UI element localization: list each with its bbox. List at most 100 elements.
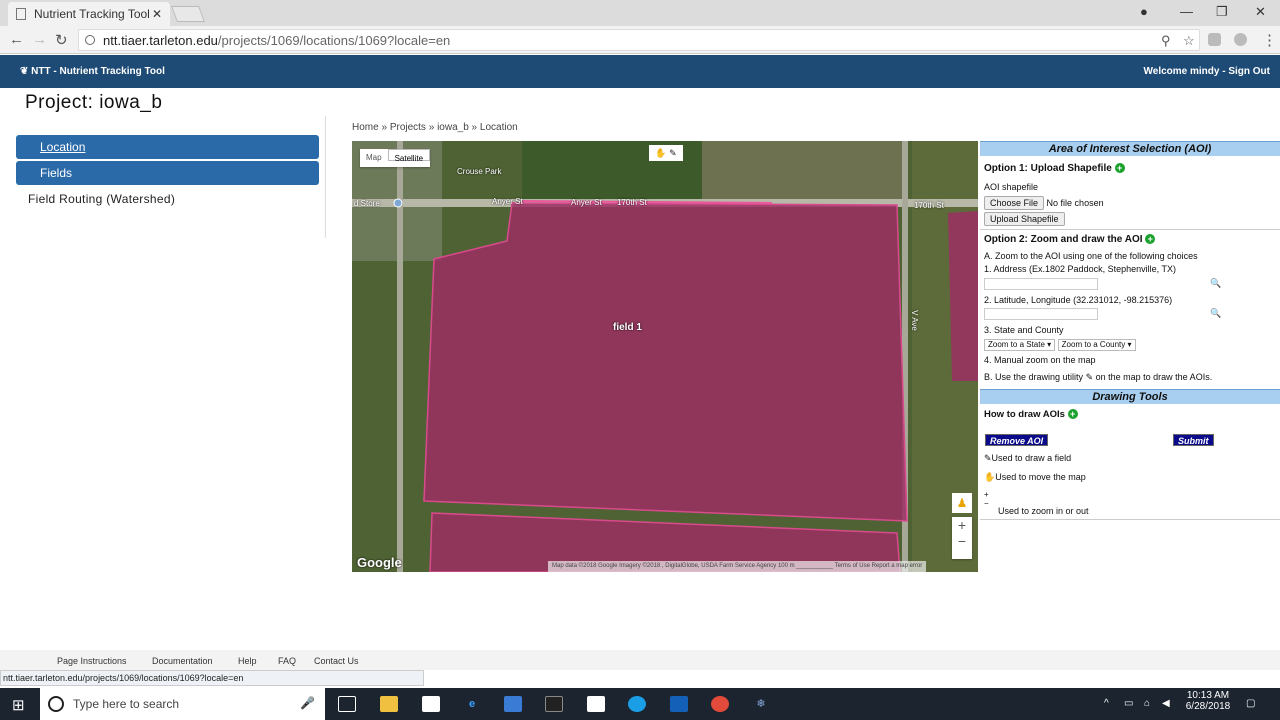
- new-tab-button[interactable]: [171, 6, 205, 22]
- footer-link-faq[interactable]: FAQ: [278, 656, 296, 666]
- remove-aoi-button[interactable]: Remove AOI: [985, 434, 1049, 446]
- map-label: d Store: [354, 199, 380, 208]
- breadcrumb-current: Location: [479, 122, 518, 133]
- terminal-icon[interactable]: [545, 696, 563, 712]
- upload-shapefile-button[interactable]: Upload Shapefile: [984, 212, 1065, 226]
- app-brand-text: NTT - Nutrient Tracking Tool: [31, 66, 165, 77]
- reload-icon[interactable]: ↻: [55, 31, 68, 49]
- page-favicon-icon: [16, 8, 26, 20]
- cortana-icon: [48, 696, 64, 712]
- satellite-map[interactable]: Map Satellite ✋ ✎ Crouse Park d Store An…: [352, 141, 978, 572]
- sidebar-item-field-routing[interactable]: Field Routing (Watershed): [28, 192, 175, 206]
- task-view-icon[interactable]: [338, 696, 356, 712]
- option1-heading: Option 1: Upload Shapefile +: [984, 163, 1125, 174]
- breadcrumb: Home » Projects » iowa_b » Location: [352, 122, 518, 133]
- zoom-county-select[interactable]: Zoom to a County ▾: [1057, 339, 1136, 351]
- option1-help-plus-icon[interactable]: +: [1114, 163, 1125, 174]
- zoom-in-button[interactable]: +: [952, 517, 972, 533]
- snowflake-app-icon[interactable]: ❄: [752, 696, 770, 712]
- bookmark-star-icon[interactable]: ☆: [1183, 33, 1195, 49]
- mail-icon[interactable]: [422, 696, 440, 712]
- restore-icon[interactable]: ❐: [1216, 4, 1228, 20]
- welcome-signout[interactable]: Welcome mindy - Sign Out: [1144, 66, 1271, 77]
- map-type-map-button[interactable]: Map: [360, 149, 388, 167]
- taskbar-search-box[interactable]: Type here to search 🎤: [40, 688, 325, 720]
- chrome-icon[interactable]: [711, 696, 729, 712]
- zoom-state-select[interactable]: Zoom to a State ▾: [984, 339, 1056, 351]
- minimize-icon[interactable]: —: [1180, 4, 1193, 19]
- latlong-input[interactable]: [984, 308, 1098, 320]
- how-to-draw-help-plus-icon[interactable]: +: [1067, 409, 1078, 420]
- volume-icon[interactable]: ◀: [1162, 698, 1170, 709]
- store-icon[interactable]: [504, 696, 522, 712]
- back-icon[interactable]: ←: [9, 31, 24, 48]
- move-map-text: Used to move the map: [995, 472, 1086, 482]
- skype-icon[interactable]: [628, 696, 646, 712]
- choose-file-button[interactable]: Choose File: [984, 196, 1045, 210]
- option2-help-plus-icon[interactable]: +: [1145, 234, 1156, 245]
- drawing-utility-line: B. Use the drawing utility ✎ on the map …: [984, 372, 1212, 383]
- browser-tab[interactable]: Nutrient Tracking Tool (N ✕: [8, 2, 170, 26]
- sidebar-item-fields[interactable]: Fields: [16, 161, 319, 185]
- file-explorer-icon[interactable]: [380, 696, 398, 712]
- street-view-pegman-icon[interactable]: ♟: [952, 493, 972, 513]
- latlong-label: 2. Latitude, Longitude (32.231012, -98.2…: [984, 295, 1173, 305]
- no-file-text: No file chosen: [1046, 198, 1104, 208]
- map-type-satellite-button[interactable]: Satellite: [387, 149, 431, 163]
- clock-time: 10:13 AM: [1186, 690, 1230, 701]
- move-map-line: ✋Used to move the map: [984, 472, 1086, 483]
- microphone-icon[interactable]: 🎤: [300, 696, 315, 710]
- submit-button[interactable]: Submit: [1173, 434, 1214, 446]
- windows-start-icon[interactable]: ⊞: [12, 696, 25, 714]
- option2-heading: Option 2: Zoom and draw the AOI +: [984, 234, 1156, 245]
- profile-icon[interactable]: ●: [1140, 4, 1148, 19]
- breadcrumb-home[interactable]: Home: [352, 122, 379, 133]
- network-icon[interactable]: ⌂: [1144, 698, 1150, 709]
- clock-date: 6/28/2018: [1185, 701, 1231, 712]
- page-footer: Page Instructions Documentation Help FAQ…: [0, 650, 1280, 670]
- footer-link-contact-us[interactable]: Contact Us: [314, 656, 359, 666]
- outlook-icon[interactable]: [670, 696, 688, 712]
- extension-icon[interactable]: [1234, 33, 1247, 46]
- breadcrumb-project[interactable]: iowa_b: [437, 122, 469, 133]
- address-input[interactable]: [984, 278, 1098, 290]
- browser-menu-icon[interactable]: ⋮: [1262, 31, 1277, 49]
- tab-close-icon[interactable]: ✕: [152, 7, 162, 21]
- notepad-icon[interactable]: [587, 696, 605, 712]
- option2-text: Option 2: Zoom and draw the AOI: [984, 234, 1143, 245]
- zoom-out-button[interactable]: −: [952, 533, 972, 549]
- latlong-search-icon[interactable]: 🔍: [1210, 308, 1221, 319]
- site-info-icon[interactable]: [85, 35, 95, 45]
- drawing-tools-title: Drawing Tools: [980, 389, 1280, 404]
- state-county-label: 3. State and County: [984, 325, 1064, 335]
- zoom-search-icon[interactable]: ⚲: [1161, 33, 1171, 49]
- divider: [325, 116, 326, 238]
- edge-icon[interactable]: e: [463, 696, 481, 712]
- address-search-icon[interactable]: 🔍: [1210, 278, 1221, 289]
- draw-polygon-icon: ✎: [1085, 372, 1094, 382]
- drawing-utility-text: B. Use the drawing utility: [984, 372, 1084, 382]
- tray-chevron-icon[interactable]: ^: [1104, 698, 1109, 709]
- battery-icon[interactable]: ▭: [1124, 698, 1133, 709]
- map-label: 170th St: [914, 201, 944, 210]
- draw-polygon-icon[interactable]: ✎: [669, 148, 677, 158]
- footer-link-page-instructions[interactable]: Page Instructions: [57, 656, 127, 666]
- breadcrumb-projects[interactable]: Projects: [390, 122, 426, 133]
- windows-taskbar: ⊞ Type here to search 🎤 e ❄ ^ ▭ ⌂ ◀ 10:1…: [0, 688, 1280, 720]
- extension-icon[interactable]: [1208, 33, 1221, 46]
- close-window-icon[interactable]: ✕: [1255, 4, 1266, 20]
- notification-icon[interactable]: ▢: [1246, 698, 1255, 709]
- map-label: Anyer St: [492, 197, 523, 206]
- forward-icon[interactable]: →: [32, 31, 47, 48]
- address-bar[interactable]: ntt.tiaer.tarleton.edu /projects/1069/lo…: [78, 29, 1200, 51]
- pan-hand-icon[interactable]: ✋: [655, 148, 666, 158]
- map-zoom-control: + −: [952, 517, 972, 559]
- browser-toolbar: ← → ↻ ntt.tiaer.tarleton.edu /projects/1…: [0, 26, 1280, 54]
- footer-link-help[interactable]: Help: [238, 656, 257, 666]
- app-brand-link[interactable]: ❦ NTT - Nutrient Tracking Tool: [20, 66, 165, 77]
- map-drawing-tools: ✋ ✎: [649, 145, 683, 161]
- footer-link-documentation[interactable]: Documentation: [152, 656, 213, 666]
- drawing-utility-rest: on the map to draw the AOIs.: [1095, 372, 1213, 382]
- taskbar-clock[interactable]: 10:13 AM 6/28/2018: [1178, 690, 1238, 712]
- sidebar-item-location[interactable]: Location: [16, 135, 319, 159]
